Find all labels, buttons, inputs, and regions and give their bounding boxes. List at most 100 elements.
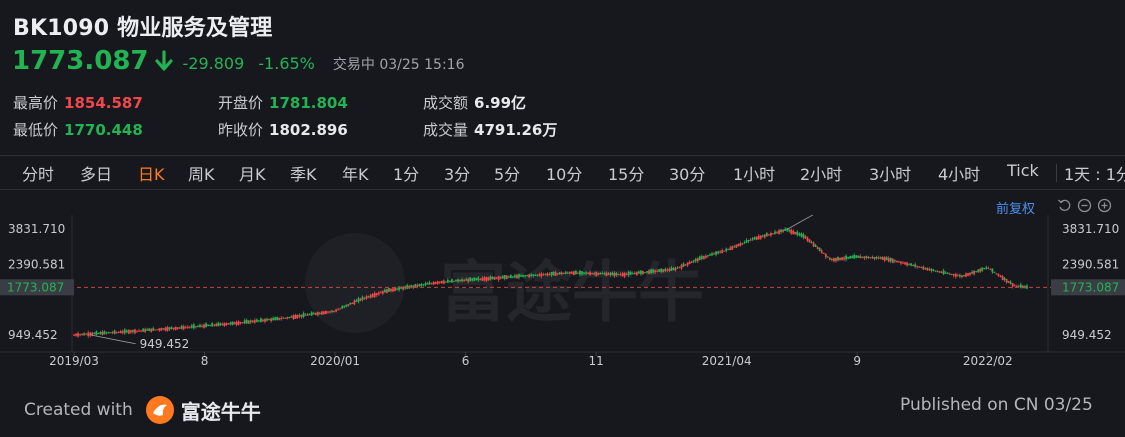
candle-body [186,326,189,328]
candle-body [203,324,205,328]
tab-2[interactable]: 多日 [80,161,112,185]
tab-16[interactable]: 3小时 [869,161,911,185]
tab-6[interactable]: 季K [290,161,317,185]
candle-body [898,261,900,263]
low-value: 1770.448 [64,121,143,139]
candle-body [77,333,79,337]
kline-chart[interactable]: 富途牛牛 3831.710 3831.710 2390.581 2390.581 949.… [0,215,1125,380]
candle-body [662,269,665,273]
candle-body [312,313,315,315]
tab-3[interactable]: 日K [138,161,165,185]
x-tick-label: 11 [589,354,604,368]
candle-body [656,270,659,272]
annotation-label: 949.452 [140,337,190,351]
candle-body [345,304,348,307]
tab-9[interactable]: 3分 [444,161,470,185]
candle-body [989,269,992,271]
candle-body [753,237,756,240]
candle-body [79,334,81,336]
candle-body [209,325,212,327]
candle-body [670,267,673,271]
candle-body [698,256,701,261]
candle-body [156,329,159,331]
candle-body [664,268,667,272]
candle-body [804,236,807,239]
candle-body [129,330,132,333]
tab-5[interactable]: 月K [239,161,266,185]
candle-body [792,230,795,235]
candle-body [260,318,262,322]
candle-body [542,274,545,276]
candle-body [367,296,370,298]
tab-4[interactable]: 周K [188,161,215,185]
candle-body [869,257,872,259]
tab-8[interactable]: 1分 [393,161,419,185]
candle-body [877,257,880,259]
candle-body [977,269,980,272]
candle-body [912,265,915,267]
candle-body [87,332,90,337]
price-change: -29.809 [182,54,245,73]
volume-label: 成交量 [423,121,469,139]
futu-logo-icon [145,396,174,424]
candle-body [761,235,764,237]
candle-body [434,281,437,284]
candle-body [999,275,1002,278]
tab-14[interactable]: 1小时 [733,161,775,185]
candle-body [680,264,683,269]
candle-body [127,329,130,334]
tab-13[interactable]: 30分 [669,161,705,185]
y-tick-label-left: 949.452 [8,328,58,342]
candle-body [593,273,596,275]
undo-icon[interactable] [1057,198,1072,213]
candle-body [264,318,266,322]
candle-body [426,283,429,285]
candle-body [979,268,982,272]
candle-body [99,331,102,335]
candle-body [587,272,589,274]
tab-18[interactable]: Tick [1007,161,1039,180]
stats-col-2: 开盘价 1781.804 昨收价 1802.896 [218,90,348,144]
candle-body [619,274,622,276]
candle-body [824,253,827,258]
zoom-out-icon[interactable] [1077,198,1092,213]
candle-body [705,255,707,258]
tab-12[interactable]: 15分 [608,161,644,185]
candle-body [475,277,478,281]
y-tick-label-right: 949.452 [1062,328,1112,342]
candle-body [249,320,252,323]
candle-body [377,292,380,295]
footer-created: Created with 富途牛牛 [24,395,261,425]
candle-body [180,325,183,329]
candle-body [526,275,529,277]
candle-body [85,333,88,335]
candle-body [835,257,837,262]
tab-1[interactable]: 分时 [22,161,54,185]
candle-body [729,247,732,250]
candle-body [788,229,791,232]
tab-19[interactable]: 1天 : 1分 [1064,161,1125,185]
candle-body [532,274,535,276]
stats-col-1: 最高价 1854.587 最低价 1770.448 [13,90,143,144]
candle-body [343,305,346,308]
y-tick-label-right: 2390.581 [1062,258,1119,272]
candle-body [739,243,742,246]
candle-body [1005,279,1008,283]
tab-10[interactable]: 5分 [494,161,520,185]
candle-body [973,270,976,275]
tab-15[interactable]: 2小时 [800,161,842,185]
candle-body [195,326,197,328]
tab-7[interactable]: 年K [342,161,369,185]
candle-body [229,322,232,325]
zoom-in-icon[interactable] [1097,198,1112,213]
tab-17[interactable]: 4小时 [938,161,980,185]
candle-body [914,264,917,267]
candle-body [558,272,561,275]
watermark-text: 富途牛牛 [440,254,704,331]
candle-body [231,321,234,325]
candle-body [875,257,878,259]
candle-body [987,267,990,269]
tab-11[interactable]: 10分 [546,161,582,185]
candle-body [184,327,187,329]
annotation-leader [786,215,814,230]
